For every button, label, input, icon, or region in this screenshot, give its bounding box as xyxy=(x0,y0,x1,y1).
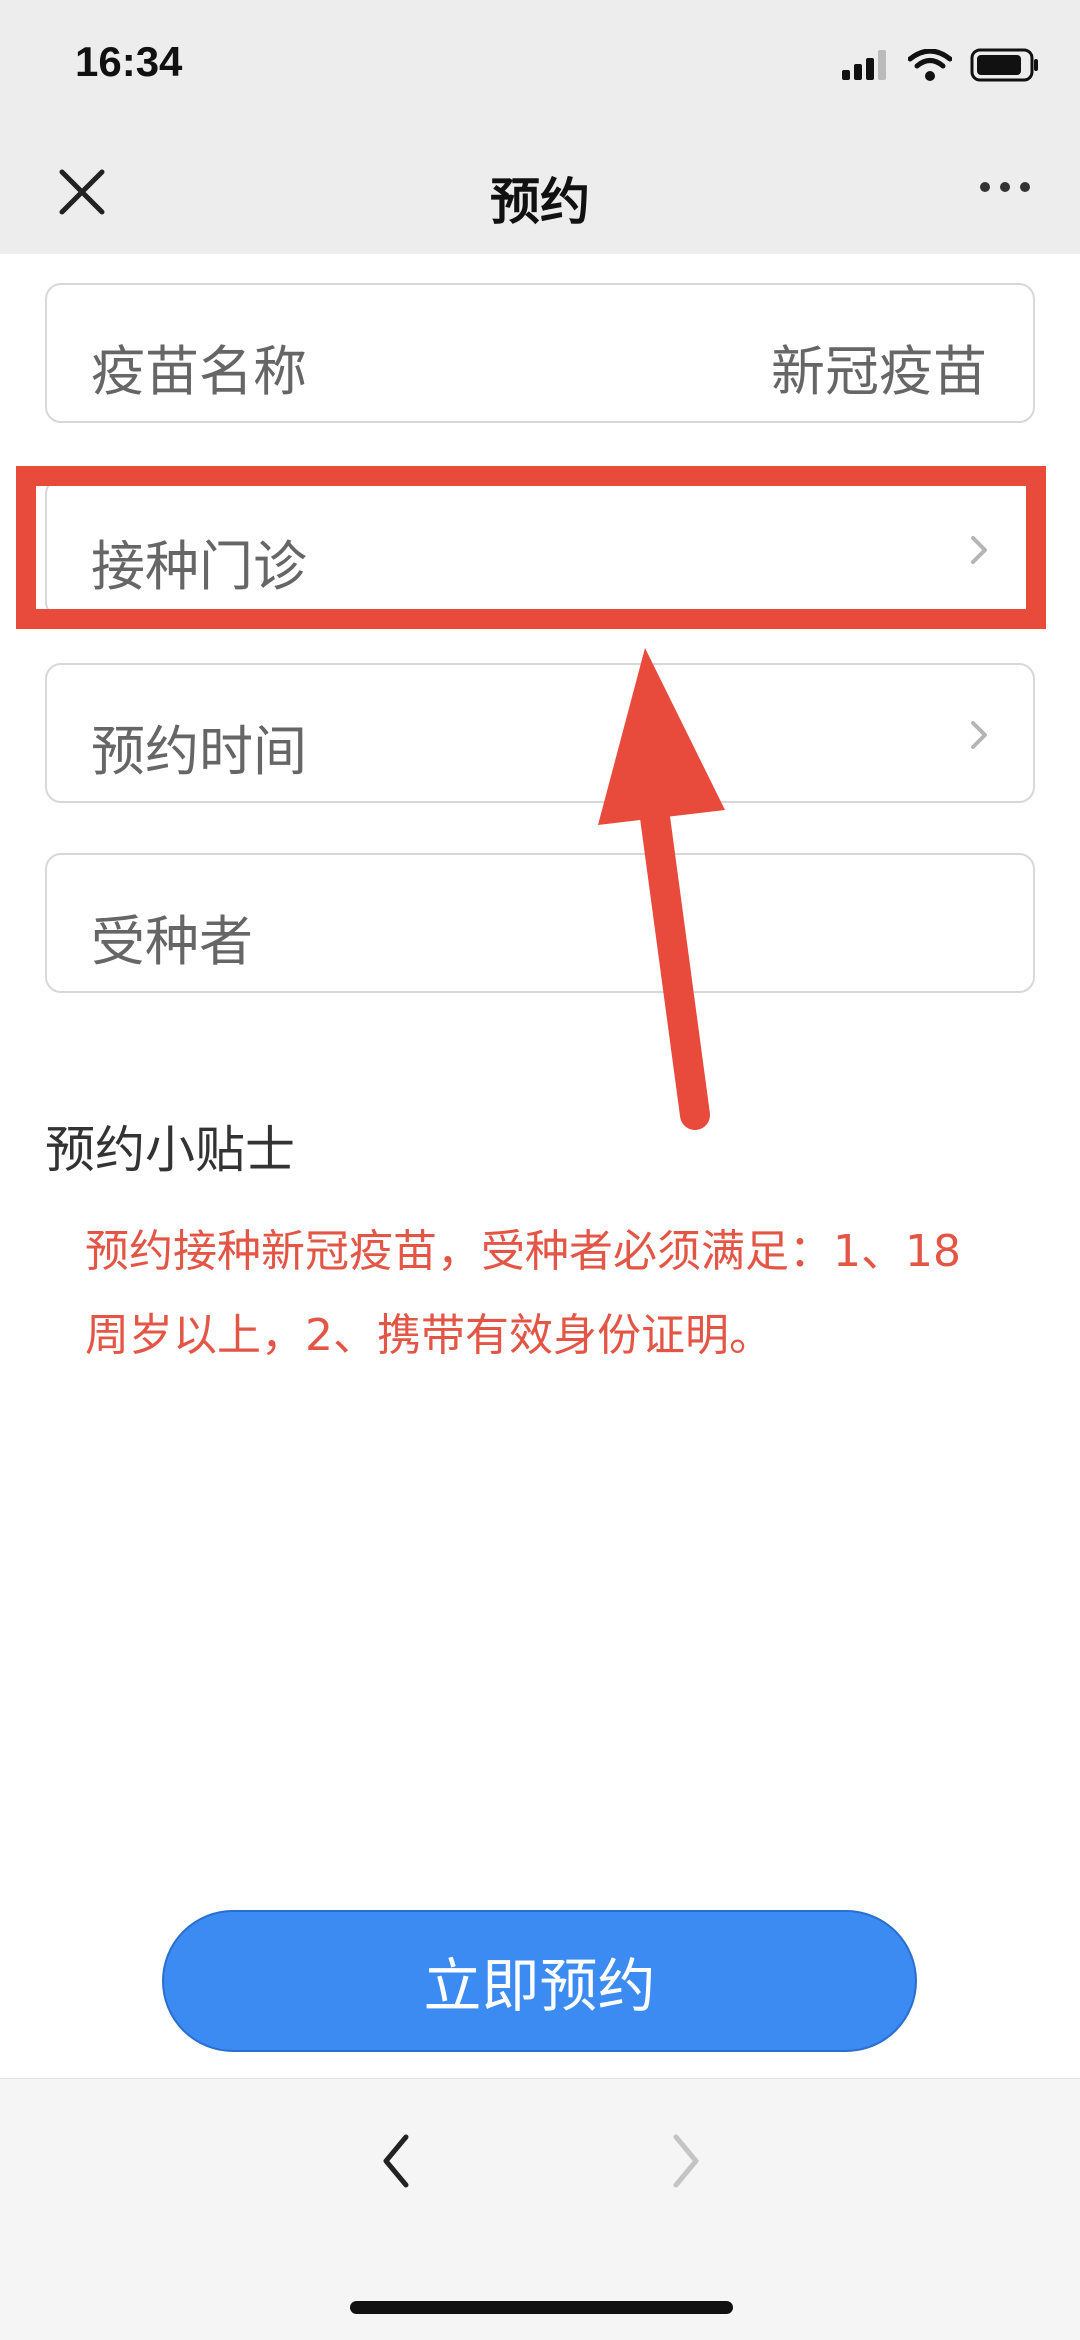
tips-text: 预约接种新冠疫苗，受种者必须满足：1、18周岁以上，2、携带有效身份证明。 xyxy=(85,1226,961,1361)
bottom-toolbar xyxy=(0,2078,1080,2340)
forward-arrow-icon[interactable] xyxy=(668,2131,704,2191)
annotation-arrow xyxy=(598,648,725,1130)
submit-button[interactable]: 立即预约 xyxy=(162,1910,917,2052)
back-arrow-icon[interactable] xyxy=(378,2131,414,2191)
tips-title: 预约小贴士 xyxy=(45,1121,295,1179)
home-indicator xyxy=(350,2301,733,2314)
